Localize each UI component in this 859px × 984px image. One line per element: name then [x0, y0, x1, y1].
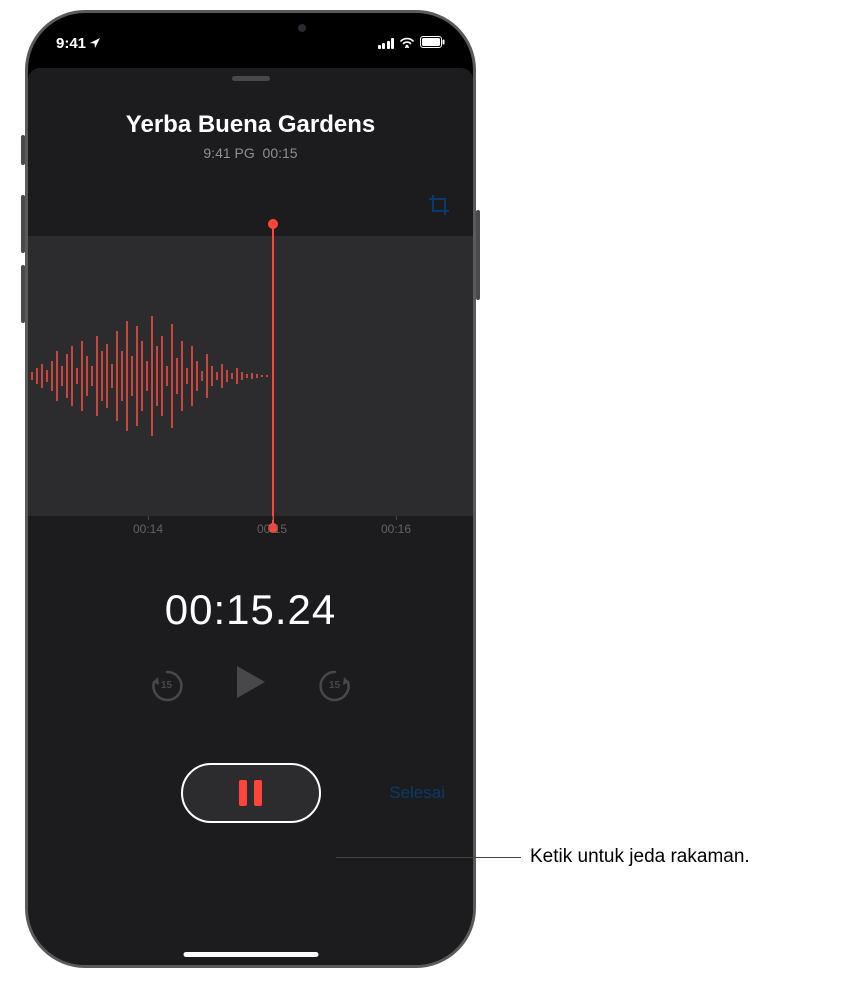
- recording-subtitle: 9:41 PG 00:15: [28, 145, 473, 161]
- done-button[interactable]: Selesai: [389, 783, 445, 803]
- playhead-indicator[interactable]: [272, 224, 274, 528]
- phone-frame: 9:41 Yerba Buena Gardens 9:41 PG 00:15: [25, 10, 476, 968]
- notch: [156, 13, 346, 43]
- location-icon: [89, 37, 101, 49]
- pause-record-button[interactable]: [181, 763, 321, 823]
- skip-forward-15-button[interactable]: 15: [317, 667, 353, 703]
- recording-title[interactable]: Yerba Buena Gardens: [28, 111, 473, 139]
- home-indicator[interactable]: [183, 952, 318, 957]
- elapsed-time: 00:15.24: [28, 586, 473, 634]
- audio-waveform: [28, 296, 272, 456]
- play-button[interactable]: [235, 664, 267, 705]
- battery-icon: [420, 35, 445, 52]
- callout-line: [336, 857, 521, 858]
- playback-controls: 15 15: [28, 664, 473, 705]
- ruler-tick: 00:15: [257, 522, 287, 536]
- recording-sheet: Yerba Buena Gardens 9:41 PG 00:15: [28, 68, 473, 965]
- ruler-tick: 00:16: [381, 522, 411, 536]
- callout-label: Ketik untuk jeda rakaman.: [530, 846, 750, 868]
- trim-icon[interactable]: [427, 193, 451, 222]
- power-button[interactable]: [476, 210, 480, 300]
- cellular-signal-icon: [378, 38, 395, 49]
- waveform-display[interactable]: [28, 236, 473, 516]
- status-time: 9:41: [56, 35, 86, 52]
- app-screen: 9:41 Yerba Buena Gardens 9:41 PG 00:15: [28, 13, 473, 965]
- sheet-grabber[interactable]: [232, 76, 270, 81]
- front-camera: [298, 24, 306, 32]
- skip-back-15-button[interactable]: 15: [149, 667, 185, 703]
- wifi-icon: [399, 35, 415, 52]
- timeline-ruler[interactable]: 00:14 00:15 00:16: [28, 516, 473, 546]
- ruler-tick: 00:14: [133, 522, 163, 536]
